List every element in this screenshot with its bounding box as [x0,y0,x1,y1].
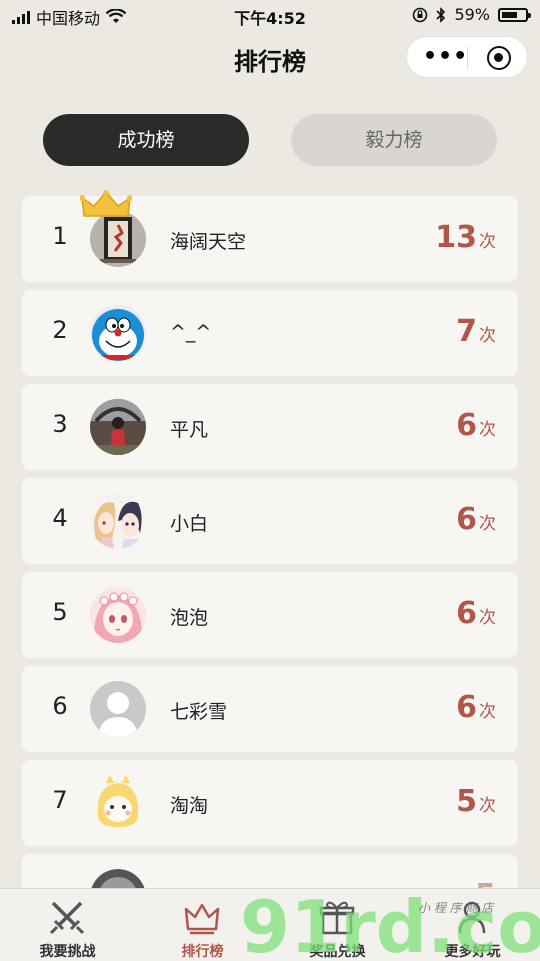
rank-number: 7 [52,786,68,814]
player-name: 泡泡 [170,607,209,629]
avatar [90,399,146,455]
leaderboard-row[interactable]: 3 平凡 6次 [22,384,518,470]
tab-success-board[interactable]: 成功榜 [43,114,249,166]
crown-icon [184,903,220,935]
more-dots-icon[interactable]: ••• [423,46,468,68]
leaderboard-row[interactable]: 7 淘淘 5次 [22,760,518,846]
score: 6次 [456,502,496,537]
leaderboard-row[interactable]: 6 七彩雪 6次 [22,666,518,752]
target-close-icon[interactable] [487,46,511,70]
crown-icon [80,190,132,217]
mini-program-capsule: ••• [406,36,528,78]
nav-bar: 排行榜 ••• [0,34,540,82]
rotation-lock-icon [413,7,428,22]
score: 5次 [456,784,496,819]
score: 6次 [456,690,496,725]
capsule-divider [467,47,468,69]
player-name: 七彩雪 [170,701,228,723]
bluetooth-icon [436,6,446,23]
status-bar: 中国移动 下午4:52 59% [0,0,540,30]
score: 13 次 [435,220,496,255]
leaderboard-row[interactable]: 4 小白 6次 [22,478,518,564]
tab-prize-exchange[interactable]: 奖品兑换 [270,889,405,961]
avatar [90,775,146,831]
rank-number: 2 [52,316,68,344]
tab-more-fun[interactable]: 更多好玩 [405,889,540,961]
gift-icon [319,901,355,935]
avatar [90,587,146,643]
battery-icon [498,7,531,22]
avatar [90,493,146,549]
tab-perseverance-board[interactable]: 毅力榜 [291,114,497,166]
rank-number: 5 [52,598,68,626]
player-name: 平凡 [170,419,209,441]
rank-number: 4 [52,504,68,532]
leaderboard-row[interactable]: 2 ^_^ 7次 [22,290,518,376]
person-icon [458,901,486,934]
tab-label: 更多好玩 [444,944,501,960]
avatar [90,305,146,361]
tab-leaderboard[interactable]: 排行榜 [135,889,270,961]
default-avatar [90,681,146,737]
score: 6次 [456,596,496,631]
player-name: 海阔天空 [170,231,247,253]
leaderboard-row[interactable]: 1 海阔天空 13 次 [22,190,518,282]
player-name: 小白 [170,513,209,535]
bottom-tab-bar: 我要挑战 排行榜 奖品兑换 更多好玩 [0,888,540,961]
tab-challenge[interactable]: 我要挑战 [0,889,135,961]
crossed-swords-icon [49,901,85,935]
rank-number: 6 [52,692,68,720]
score: 6次 [456,408,496,443]
score: 7次 [456,314,496,349]
player-name: 淘淘 [170,795,209,817]
tab-label: 奖品兑换 [309,944,366,960]
rank-number: 1 [52,222,68,250]
tab-label: 排行榜 [181,944,224,960]
rank-number: 3 [52,410,68,438]
battery-percent: 59% [454,5,490,24]
tab-label: 我要挑战 [39,944,96,960]
leaderboard-row[interactable]: 5 泡泡 6次 [22,572,518,658]
player-name: ^_^ [170,321,212,343]
